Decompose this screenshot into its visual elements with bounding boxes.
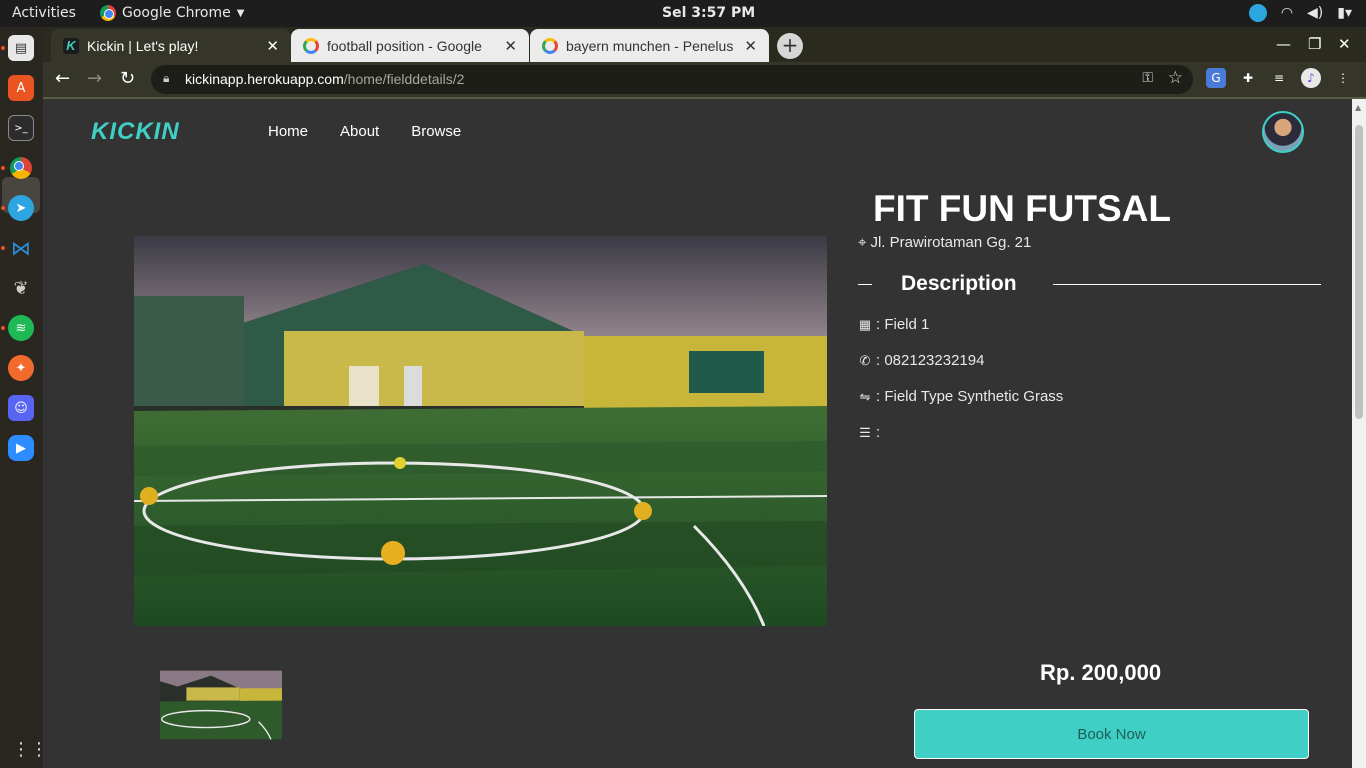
chrome-icon <box>100 5 116 21</box>
futsal-field-thumbnail <box>160 670 282 740</box>
discord-icon[interactable]: ☺ <box>8 395 34 421</box>
tab-title: football position - Google <box>327 37 482 54</box>
chrome-menu-icon[interactable]: ⋮ <box>1333 68 1353 88</box>
field-name: FIT FUN FUTSAL <box>873 188 1172 229</box>
running-indicator <box>1 206 5 210</box>
back-icon[interactable]: ← <box>55 68 70 89</box>
url-text[interactable]: kickinapp.herokuapp.com/home/fielddetail… <box>185 71 464 87</box>
chevron-down-icon: ▼ <box>236 7 245 19</box>
divider-left <box>858 284 872 285</box>
nav-browse[interactable]: Browse <box>411 123 461 140</box>
terminal-icon[interactable]: >_ <box>8 115 34 141</box>
google-favicon-icon <box>542 37 558 54</box>
spotify-icon[interactable]: ≋ <box>8 315 34 341</box>
field-number-text: : Field 1 <box>876 316 930 333</box>
close-tab-icon[interactable]: ✕ <box>744 37 757 55</box>
chrome-dock-icon[interactable] <box>8 155 34 181</box>
telegram-icon[interactable]: ➤ <box>8 195 34 221</box>
app-menu-label: Google Chrome <box>122 5 231 21</box>
description-heading: Description <box>858 272 1321 298</box>
phone-row: ✆ : 082123232194 <box>858 352 985 369</box>
scroll-up-icon[interactable]: ▲ <box>1355 103 1361 112</box>
dock: ▤ A >_ ➤ ⋈ ❦ ≋ ✦ ☺ ▶ ⋮⋮⋮ <box>0 27 66 768</box>
location-pin-icon: ⌖ <box>858 234 867 251</box>
close-tab-icon[interactable]: ✕ <box>504 37 517 55</box>
system-tray[interactable]: ◠ ◀) ▮▾ <box>1248 4 1352 22</box>
field-number-row: ▦ : Field 1 <box>858 316 930 333</box>
field-thumbnail[interactable] <box>160 666 282 744</box>
tab-bayern-munchen[interactable]: bayern munchen - Penelus ✕ <box>530 29 769 62</box>
new-tab-button[interactable]: + <box>777 33 803 59</box>
bookmark-star-icon[interactable]: ☆ <box>1168 68 1183 88</box>
app-menu[interactable]: Google Chrome ▼ <box>100 5 244 21</box>
page-scrollbar[interactable]: ▲ <box>1352 99 1366 768</box>
field-address: ⌖ Jl. Prawirotaman Gg. 21 <box>858 234 1031 251</box>
key-icon[interactable]: ⚿ <box>1142 70 1153 86</box>
url-path: /home/fielddetails/2 <box>343 71 465 87</box>
divider-right <box>1053 284 1321 285</box>
notes-row: ☰ : <box>858 424 880 441</box>
field-type-row: ⇋ : Field Type Synthetic Grass <box>858 388 1064 405</box>
kickin-favicon-icon: K <box>63 37 79 54</box>
activities-button[interactable]: Activities <box>12 5 76 21</box>
close-window-icon[interactable]: ✕ <box>1338 35 1351 53</box>
grid-icon: ▦ <box>858 316 872 332</box>
media-control-icon[interactable]: ≡ <box>1269 68 1289 88</box>
phone-icon: ✆ <box>859 352 871 368</box>
forward-icon[interactable]: → <box>87 68 102 89</box>
url-host: kickinapp.herokuapp.com <box>185 71 344 87</box>
running-indicator <box>1 246 5 250</box>
tab-kickin[interactable]: K Kickin | Let's play! ✕ <box>51 29 291 62</box>
vscode-icon[interactable]: ⋈ <box>8 235 34 261</box>
address-bar[interactable]: 🔒︎ kickinapp.herokuapp.com/home/fielddet… <box>151 65 1193 94</box>
description-title: Description <box>901 272 1017 295</box>
exchange-icon: ⇋ <box>859 388 871 404</box>
wifi-icon[interactable]: ◠ <box>1281 5 1293 21</box>
profile-music-icon[interactable]: ♪ <box>1301 68 1321 88</box>
field-price: Rp. 200,000 <box>1040 660 1162 685</box>
nav-about[interactable]: About <box>340 123 379 140</box>
clock[interactable]: Sel 3:57 PM <box>662 5 755 21</box>
minimize-icon[interactable]: — <box>1276 35 1291 53</box>
battery-icon[interactable]: ▮▾ <box>1337 5 1352 21</box>
telegram-tray-icon[interactable] <box>1248 4 1267 22</box>
volume-icon[interactable]: ◀) <box>1307 5 1323 21</box>
field-main-image <box>134 236 827 626</box>
lock-icon[interactable]: 🔒︎ <box>163 71 169 86</box>
running-indicator <box>1 166 5 170</box>
nav-home[interactable]: Home <box>268 123 308 140</box>
feather-icon[interactable]: ❦ <box>8 275 34 301</box>
tab-football-position[interactable]: football position - Google ✕ <box>291 29 529 62</box>
book-now-button[interactable]: Book Now <box>914 709 1309 759</box>
compass-icon[interactable]: ✦ <box>8 355 34 381</box>
futsal-field-photo <box>134 236 827 626</box>
running-indicator <box>1 46 5 50</box>
translate-extension-icon[interactable]: G <box>1206 68 1226 88</box>
site-logo[interactable]: KICKIN <box>91 118 180 146</box>
tab-strip: K Kickin | Let's play! ✕ football positi… <box>43 27 1366 62</box>
extensions-puzzle-icon[interactable]: ✚ <box>1238 68 1258 88</box>
close-tab-icon[interactable]: ✕ <box>266 37 279 55</box>
reload-icon[interactable]: ↻ <box>120 68 135 89</box>
tab-title: bayern munchen - Penelus <box>566 37 734 54</box>
running-indicator <box>1 326 5 330</box>
phone-text: : 082123232194 <box>876 352 985 369</box>
scrollbar-thumb[interactable] <box>1355 125 1363 419</box>
notes-text: : <box>876 424 881 441</box>
field-type-text: : Field Type Synthetic Grass <box>876 388 1064 405</box>
zoom-icon[interactable]: ▶ <box>8 435 34 461</box>
maximize-icon[interactable]: ❐ <box>1308 35 1321 53</box>
user-avatar[interactable] <box>1262 111 1304 153</box>
software-center-icon[interactable]: A <box>8 75 34 101</box>
system-top-bar: Activities Google Chrome ▼ Sel 3:57 PM ◠… <box>0 0 1366 27</box>
page-content: KICKIN Home About Browse FIT FUN FUTSAL … <box>43 99 1352 768</box>
files-icon[interactable]: ▤ <box>8 35 34 61</box>
browser-toolbar: ← → ↻ 🔒︎ kickinapp.herokuapp.com/home/fi… <box>43 62 1366 97</box>
google-favicon-icon <box>303 37 319 54</box>
list-icon: ☰ <box>859 424 871 440</box>
address-text: Jl. Prawirotaman Gg. 21 <box>870 234 1032 251</box>
tab-title: Kickin | Let's play! <box>87 37 199 54</box>
site-nav: Home About Browse <box>268 123 461 140</box>
